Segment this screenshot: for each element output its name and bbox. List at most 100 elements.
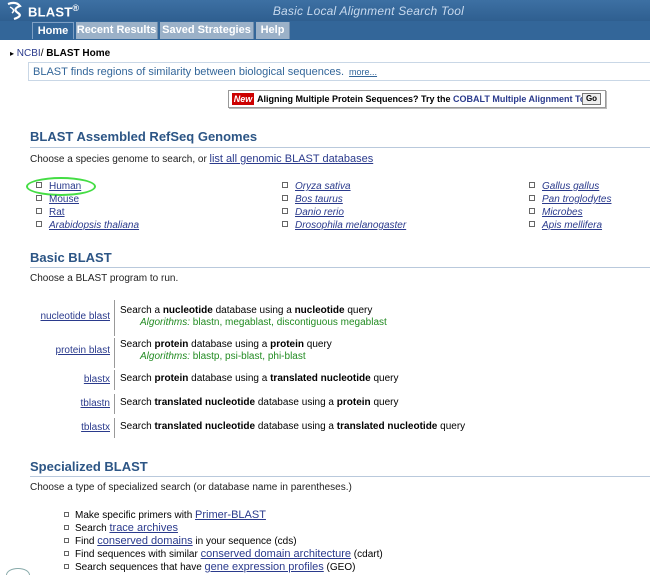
basic-blast-divider xyxy=(30,267,650,268)
table-divider xyxy=(114,338,115,368)
bullet-icon xyxy=(529,182,535,189)
table-divider xyxy=(114,370,115,390)
blastx-link[interactable]: blastx xyxy=(84,374,110,385)
genome-link-arabidopsis[interactable]: Arabidopsis thaliana xyxy=(49,220,139,231)
genome-item[interactable]: Arabidopsis thaliana xyxy=(36,219,139,232)
genome-link-human[interactable]: Human xyxy=(49,181,81,192)
breadcrumb-arrow-icon: ▸ xyxy=(10,49,15,58)
tblastn-link[interactable]: tblastn xyxy=(81,398,110,409)
blast-helix-icon xyxy=(7,1,22,21)
cobalt-link[interactable]: COBALT Multiple Alignment Tool. xyxy=(453,94,596,104)
list-item: Find conserved domains in your sequence … xyxy=(64,535,297,547)
genome-link-gallus[interactable]: Gallus gallus xyxy=(542,181,599,192)
news-go-button[interactable]: Go xyxy=(582,93,601,105)
tab-saved-strategies[interactable]: Saved Strategies xyxy=(160,22,254,39)
genome-item[interactable]: Bos taurus xyxy=(282,193,343,206)
genome-item[interactable]: Rat xyxy=(36,206,65,219)
genome-link-pan[interactable]: Pan troglodytes xyxy=(542,194,612,205)
list-item: Search sequences that have gene expressi… xyxy=(64,561,355,573)
genome-item[interactable]: Oryza sativa xyxy=(282,180,351,193)
partial-logo-icon xyxy=(6,568,30,575)
genome-link-apis[interactable]: Apis mellifera xyxy=(542,220,602,231)
list-item: Find sequences with similar conserved do… xyxy=(64,548,383,560)
conserved-domains-link[interactable]: conserved domains xyxy=(97,535,192,547)
protein-blast-link[interactable]: protein blast xyxy=(56,345,110,356)
genome-item[interactable]: Human xyxy=(36,180,81,193)
bullet-icon xyxy=(64,537,69,543)
tab-recent-results[interactable]: Recent Results xyxy=(76,22,158,39)
bullet-icon xyxy=(529,195,535,202)
intro-box: BLAST finds regions of similarity betwee… xyxy=(28,62,650,81)
genome-item[interactable]: Apis mellifera xyxy=(529,219,602,232)
nucleotide-blast-link[interactable]: nucleotide blast xyxy=(41,311,111,322)
genome-link-danio[interactable]: Danio rerio xyxy=(295,207,344,218)
tab-help[interactable]: Help xyxy=(256,22,290,39)
table-divider xyxy=(114,394,115,414)
breadcrumb: ▸ NCBI/ BLAST Home xyxy=(10,48,110,59)
bullet-icon xyxy=(64,550,69,556)
bullet-icon xyxy=(64,563,69,569)
genome-link-oryza[interactable]: Oryza sativa xyxy=(295,181,351,192)
conserved-domain-architecture-link[interactable]: conserved domain architecture xyxy=(201,548,351,560)
genome-item[interactable]: Danio rerio xyxy=(282,206,344,219)
specialized-blast-prompt: Choose a type of specialized search (or … xyxy=(30,482,352,493)
algorithms-list: Algorithms: blastn, megablast, discontig… xyxy=(140,317,387,328)
news-banner: New Aligning Multiple Protein Sequences?… xyxy=(228,90,606,108)
program-description: Search translated nucleotide database us… xyxy=(120,421,466,432)
intro-more-link[interactable]: more... xyxy=(349,67,377,77)
bullet-icon xyxy=(282,208,288,215)
genome-item[interactable]: Mouse xyxy=(36,193,79,206)
bullet-icon xyxy=(64,524,69,530)
genomes-heading: BLAST Assembled RefSeq Genomes xyxy=(30,129,258,144)
program-description: Search a nucleotide database using a nuc… xyxy=(120,305,387,328)
intro-text: BLAST finds regions of similarity betwee… xyxy=(33,66,377,78)
new-badge: New xyxy=(232,93,254,105)
list-item: Search trace archives xyxy=(64,522,178,534)
genomes-prompt: Choose a species genome to search, or li… xyxy=(30,153,374,165)
specialized-blast-heading: Specialized BLAST xyxy=(30,459,148,474)
blast-logo[interactable]: BLAST® xyxy=(4,1,79,21)
bullet-icon xyxy=(529,208,535,215)
list-item: Make specific primers with Primer-BLAST xyxy=(64,509,266,521)
bullet-icon xyxy=(36,208,42,215)
gene-expression-profiles-link[interactable]: gene expression profiles xyxy=(205,561,324,573)
genome-link-rat[interactable]: Rat xyxy=(49,207,65,218)
trace-archives-link[interactable]: trace archives xyxy=(109,522,177,534)
program-description: Search protein database using a protein … xyxy=(120,339,332,362)
basic-blast-heading: Basic BLAST xyxy=(30,250,112,265)
table-divider xyxy=(114,418,115,438)
news-message: Aligning Multiple Protein Sequences? Try… xyxy=(257,94,454,104)
table-divider xyxy=(114,300,115,336)
header: BLAST® Basic Local Alignment Search Tool… xyxy=(0,0,650,40)
genome-link-microbes[interactable]: Microbes xyxy=(542,207,583,218)
genome-link-mouse[interactable]: Mouse xyxy=(49,194,79,205)
bullet-icon xyxy=(36,182,42,189)
algorithms-list: Algorithms: blastp, psi-blast, phi-blast xyxy=(140,351,306,362)
genome-link-drosophila[interactable]: Drosophila melanogaster xyxy=(295,220,406,231)
nav-tabs: Home Recent Results Saved Strategies Hel… xyxy=(0,21,650,40)
tblastx-link[interactable]: tblastx xyxy=(81,422,110,433)
breadcrumb-current: BLAST Home xyxy=(43,48,111,59)
breadcrumb-ncbi-link[interactable]: NCBI xyxy=(17,48,41,59)
bullet-icon xyxy=(64,511,69,517)
genome-item[interactable]: Drosophila melanogaster xyxy=(282,219,406,232)
tab-home[interactable]: Home xyxy=(32,22,74,39)
genome-item[interactable]: Microbes xyxy=(529,206,583,219)
program-description: Search translated nucleotide database us… xyxy=(120,397,399,408)
primer-blast-link[interactable]: Primer-BLAST xyxy=(195,509,266,521)
list-genomic-databases-link[interactable]: list all genomic BLAST databases xyxy=(210,153,374,165)
app-name: BLAST® xyxy=(28,2,80,20)
tagline: Basic Local Alignment Search Tool xyxy=(272,4,464,18)
specialized-blast-divider xyxy=(30,476,650,477)
header-top-bar: BLAST® Basic Local Alignment Search Tool xyxy=(0,0,650,21)
intro-description: BLAST finds regions of similarity betwee… xyxy=(33,66,345,78)
genome-link-bos[interactable]: Bos taurus xyxy=(295,194,343,205)
basic-blast-prompt: Choose a BLAST program to run. xyxy=(30,273,179,284)
genome-item[interactable]: Pan troglodytes xyxy=(529,193,612,206)
program-description: Search protein database using a translat… xyxy=(120,373,399,384)
bullet-icon xyxy=(36,195,42,202)
genome-item[interactable]: Gallus gallus xyxy=(529,180,599,193)
bullet-icon xyxy=(282,182,288,189)
bullet-icon xyxy=(529,221,535,228)
bullet-icon xyxy=(282,195,288,202)
